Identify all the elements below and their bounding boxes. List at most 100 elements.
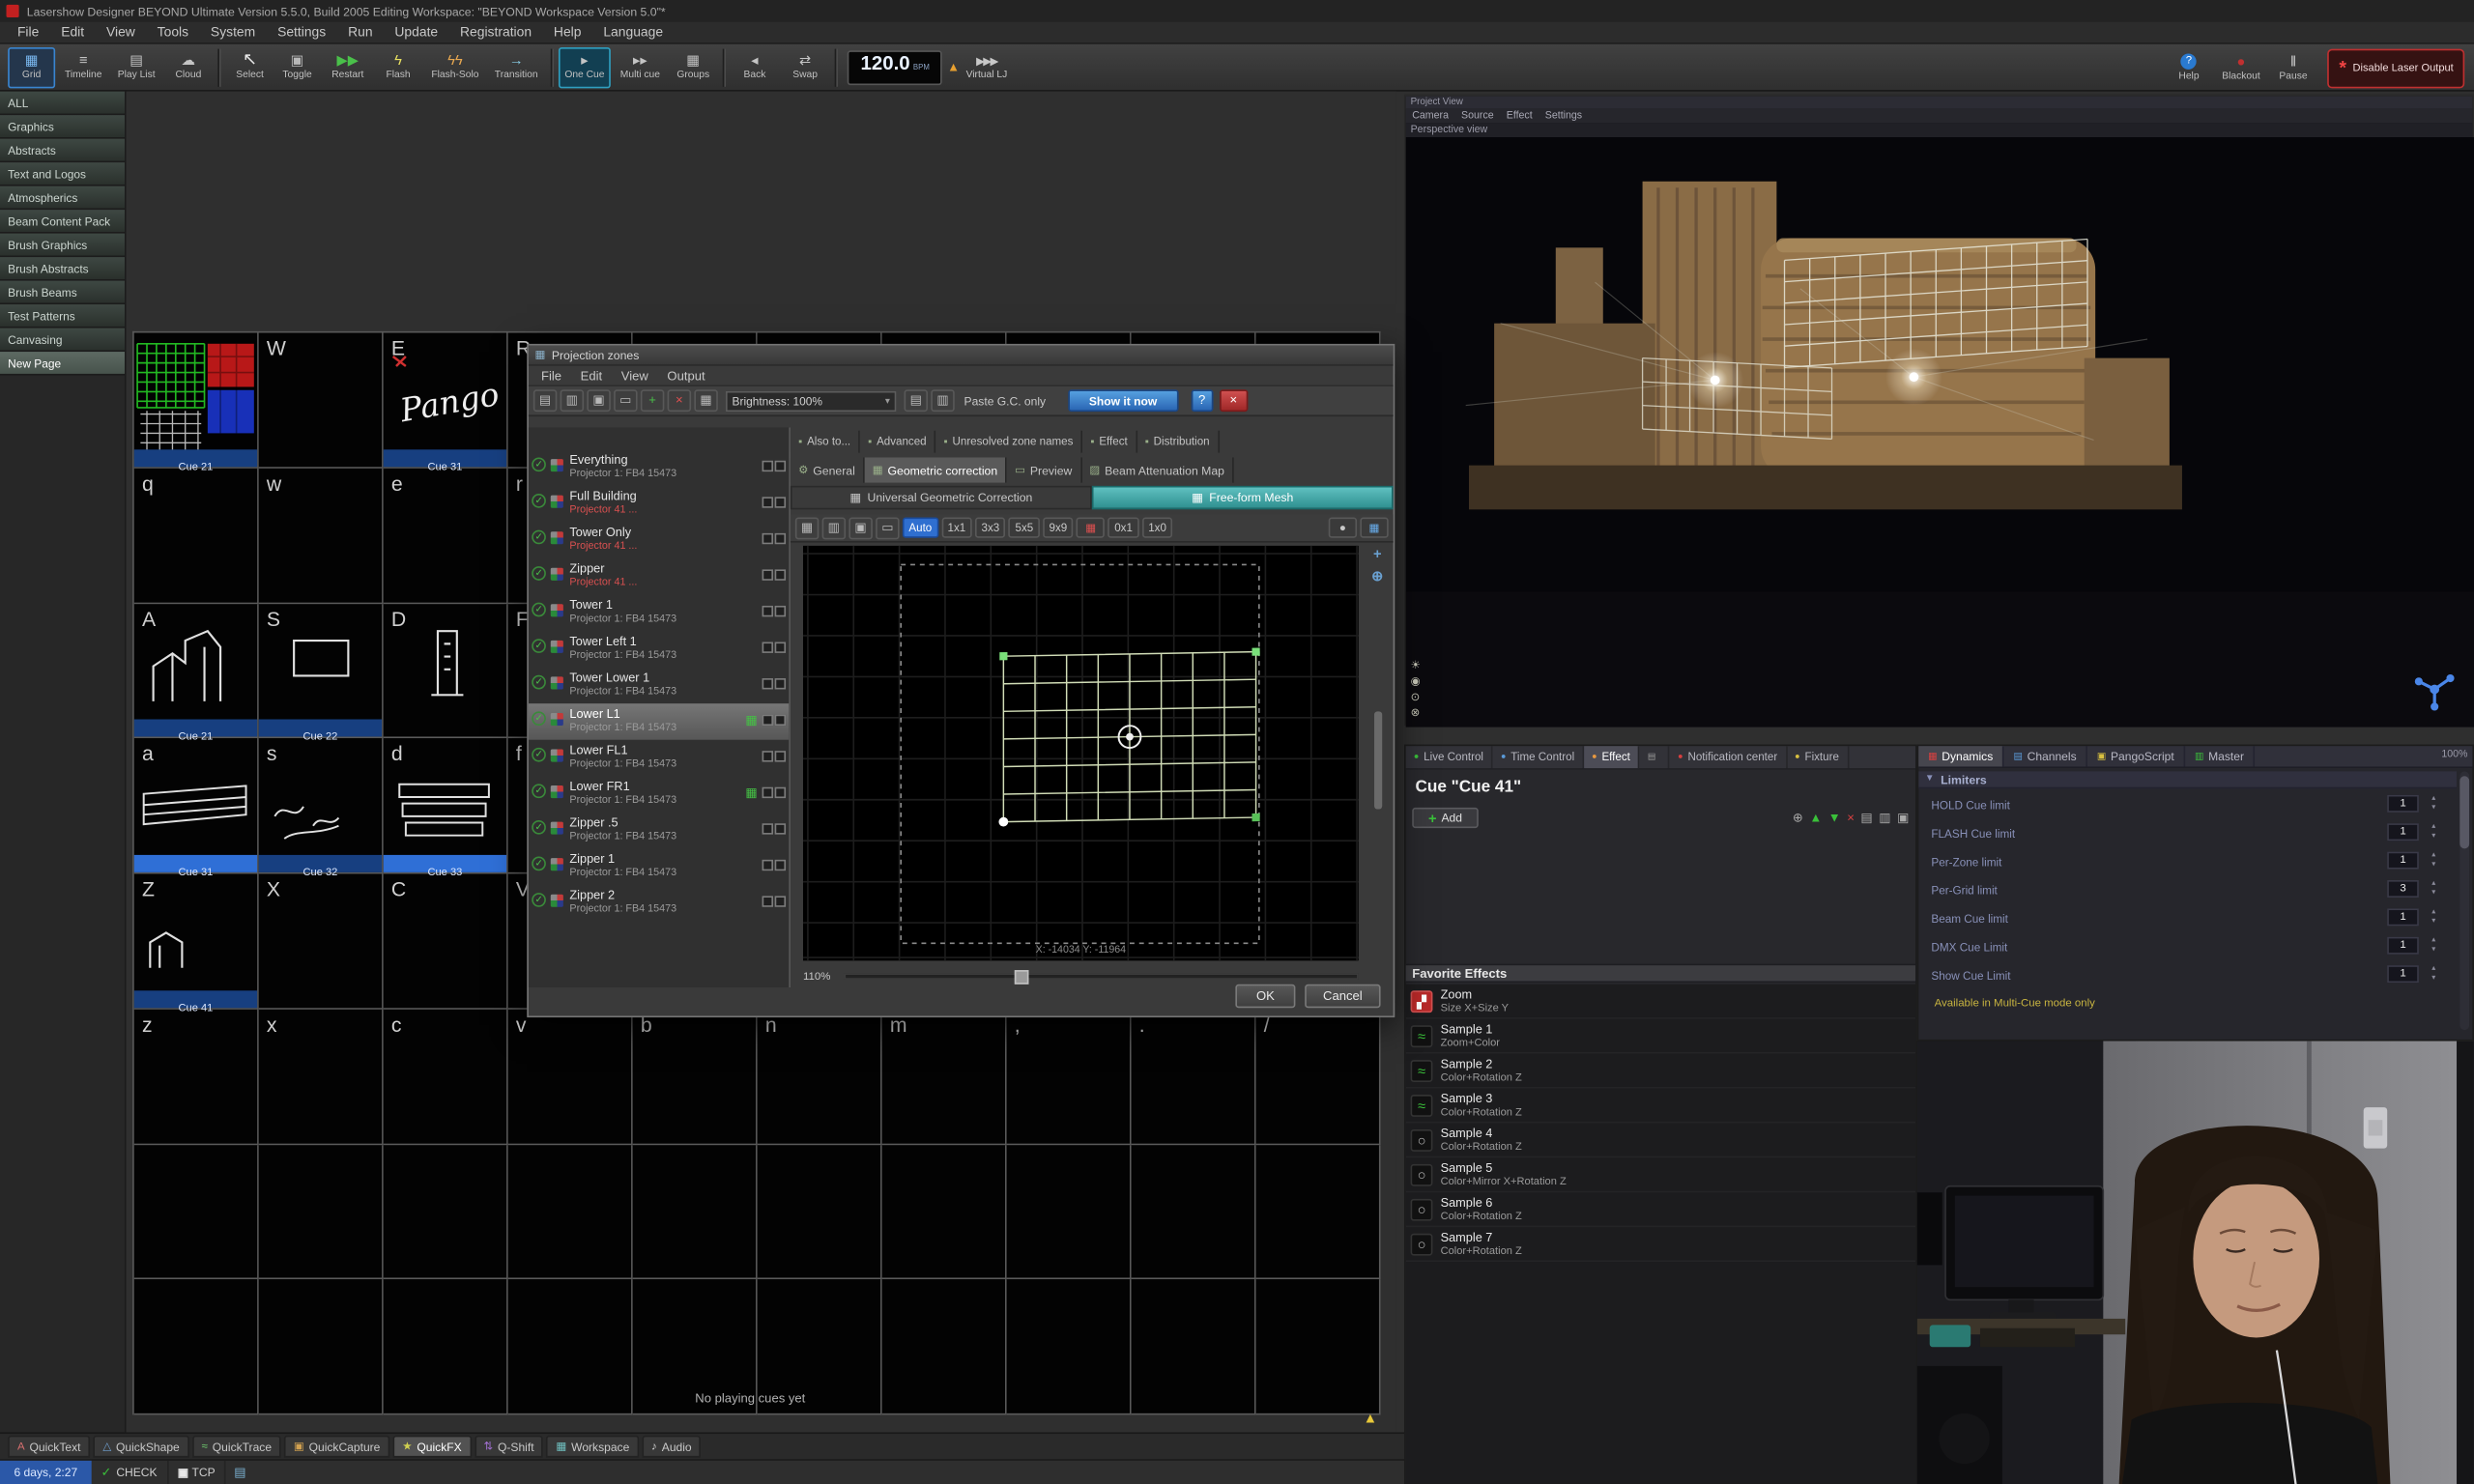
cue-cell[interactable]: n Pango <box>758 1009 882 1144</box>
favorite-effect-item[interactable]: Sample 4 Color+Rotation Z <box>1406 1123 1915 1157</box>
quick-tool-tab[interactable]: ♪ Audio <box>642 1436 701 1458</box>
zone-enabled-check-icon[interactable]: ✓ <box>532 893 546 907</box>
toolbar-button[interactable]: ▸ One Cue <box>559 46 611 87</box>
cue-cell[interactable]: w Pango <box>259 468 384 603</box>
dialog-toolbar-icon[interactable]: ▥ <box>561 389 584 412</box>
preview-menu-item[interactable]: Source <box>1455 110 1501 121</box>
mesh-reset-icon[interactable]: ▦ <box>1077 518 1105 538</box>
zone-checkbox-1[interactable] <box>762 642 773 652</box>
toolbar-button[interactable]: ▶▶ Restart <box>324 46 371 87</box>
cue-cell[interactable]: W Pango <box>259 332 384 468</box>
cue-cell[interactable]: Pango <box>508 1144 633 1279</box>
zone-checkbox-1[interactable] <box>762 678 773 689</box>
disable-laser-output-button[interactable]: * Disable Laser Output <box>2328 48 2464 88</box>
mesh-grid-toggle-icon[interactable]: ▦ <box>1360 518 1388 538</box>
effect-panel-tab[interactable]: ● Fixture <box>1787 746 1849 768</box>
mesh-density-button[interactable]: 5x5 <box>1009 518 1040 538</box>
menu-item[interactable]: Registration <box>449 22 543 43</box>
zone-checkbox-1[interactable] <box>762 860 773 870</box>
dynamics-tab[interactable]: ▣ PangoScript <box>2087 746 2185 766</box>
zone-checkbox-2[interactable] <box>775 461 786 471</box>
mesh-density-button[interactable]: 3x3 <box>975 518 1006 538</box>
zone-main-tab[interactable]: ⚙ General <box>791 457 865 482</box>
zone-list-item[interactable]: ✓ Zipper Projector 41 ... ▦ <box>529 558 789 595</box>
cue-cell[interactable]: A Pango <box>134 603 259 738</box>
mesh-zoom-slider[interactable] <box>844 973 1358 980</box>
tcp-indicator[interactable]: TCP <box>168 1460 226 1484</box>
perspective-view-label[interactable]: Perspective view <box>1406 123 2473 137</box>
zone-enabled-check-icon[interactable]: ✓ <box>532 494 546 508</box>
toolbar-button[interactable]: ▦ Grid <box>8 46 55 87</box>
cancel-button[interactable]: Cancel <box>1305 985 1380 1008</box>
toolbar-button[interactable]: ? Help <box>2166 47 2213 88</box>
dynamics-tab[interactable]: ▥ Master <box>2185 746 2255 766</box>
mesh-toolbar-icon[interactable]: ▭ <box>876 517 899 539</box>
dialog-toolbar-icon[interactable]: ▦ <box>694 389 717 412</box>
favorite-effect-item[interactable]: Sample 3 Color+Rotation Z <box>1406 1089 1915 1124</box>
cue-cell[interactable]: s Pango <box>259 738 384 873</box>
freeform-mesh-editor[interactable]: X: -14034 Y: -11964 <box>803 546 1359 960</box>
mesh-toolbar-icon[interactable]: ▥ <box>822 517 846 539</box>
dialog-toolbar-icon[interactable]: + <box>641 389 664 412</box>
virtual-lj-button[interactable]: ▶▶▶ Virtual LJ <box>966 54 1008 79</box>
cue-cell[interactable]: Z Pango <box>134 873 259 1009</box>
limiter-value[interactable]: 1 <box>2387 823 2419 841</box>
effect-tool-icon[interactable]: × <box>1847 808 1855 828</box>
zone-list-item[interactable]: ✓ Everything Projector 1: FB4 15473 ▦ <box>529 449 789 486</box>
preview-menu-item[interactable]: Camera <box>1406 110 1455 121</box>
zone-enabled-check-icon[interactable]: ✓ <box>532 566 546 581</box>
show-it-now-button[interactable]: Show it now <box>1068 389 1178 412</box>
cue-cell[interactable]: q Pango <box>134 468 259 603</box>
quick-tool-tab[interactable]: ⇅ Q-Shift <box>475 1436 544 1458</box>
menu-item[interactable]: File <box>7 22 50 43</box>
sidebar-page-item[interactable]: Brush Beams <box>0 281 125 304</box>
quick-tool-tab[interactable]: ▦ Workspace <box>547 1436 639 1458</box>
zone-main-tab[interactable]: ▦ Geometric correction <box>865 457 1007 482</box>
dialog-toolbar-icon[interactable]: ▤ <box>533 389 557 412</box>
favorite-effect-item[interactable]: Sample 5 Color+Mirror X+Rotation Z <box>1406 1157 1915 1192</box>
effect-panel-tab[interactable]: ● Live Control <box>1406 746 1493 768</box>
dialog-help-button[interactable]: ? <box>1191 389 1213 412</box>
zone-list-item[interactable]: ✓ Lower L1 Projector 1: FB4 15473 ▦ <box>529 703 789 740</box>
preview-menu-item[interactable]: Effect <box>1500 110 1539 121</box>
cue-cell[interactable]: Pango <box>1132 1144 1256 1279</box>
mesh-zoom-handle[interactable] <box>1015 970 1029 985</box>
zone-checkbox-1[interactable] <box>762 715 773 726</box>
zone-checkbox-2[interactable] <box>775 896 786 906</box>
zone-list-item[interactable]: ✓ Tower 1 Projector 1: FB4 15473 ▦ <box>529 595 789 632</box>
mesh-axis-button[interactable]: 1x0 <box>1142 518 1173 538</box>
menu-item[interactable]: Run <box>337 22 384 43</box>
limiter-spinner[interactable]: ▴▾ <box>2427 822 2441 842</box>
zone-list-item[interactable]: ✓ Tower Left 1 Projector 1: FB4 15473 ▦ <box>529 631 789 668</box>
effect-tool-icon[interactable]: ▥ <box>1879 808 1890 828</box>
zone-checkbox-1[interactable] <box>762 823 773 834</box>
clipboard-icon[interactable]: ▤ <box>905 389 928 412</box>
sidebar-page-item[interactable]: Text and Logos <box>0 162 125 186</box>
cue-cell[interactable]: c Pango <box>384 1009 508 1144</box>
cue-cell[interactable]: v Pango <box>508 1009 633 1144</box>
brightness-dropdown[interactable]: Brightness: 100% ▾ <box>726 390 896 411</box>
effect-panel-tab[interactable]: ● Time Control <box>1493 746 1584 768</box>
menu-item[interactable]: View <box>96 22 147 43</box>
cue-cell[interactable]: D Pango <box>384 603 508 738</box>
menu-item[interactable]: Edit <box>50 22 96 43</box>
zone-checkbox-2[interactable] <box>775 569 786 580</box>
menu-item[interactable]: Language <box>592 22 675 43</box>
zone-checkbox-1[interactable] <box>762 606 773 616</box>
zone-checkbox-2[interactable] <box>775 642 786 652</box>
cue-cell[interactable]: . Pango <box>1132 1009 1256 1144</box>
cue-cell[interactable]: m Pango <box>882 1009 1007 1144</box>
toolbar-button[interactable]: ◂ Back <box>731 46 778 87</box>
favorite-effect-item[interactable]: Sample 2 Color+Rotation Z <box>1406 1054 1915 1089</box>
sidebar-page-item[interactable]: Test Patterns <box>0 304 125 328</box>
quick-tool-tab[interactable]: ★ QuickFX <box>392 1436 471 1458</box>
dialog-close-button[interactable]: × <box>1220 389 1248 412</box>
limiter-spinner[interactable]: ▴▾ <box>2427 850 2441 870</box>
clipboard-icon[interactable]: ▥ <box>931 389 954 412</box>
effect-panel-tab[interactable]: ▤ <box>1640 746 1670 768</box>
zone-checkbox-1[interactable] <box>762 751 773 761</box>
cue-cell[interactable]: Pango <box>758 1144 882 1279</box>
preview-3d-scene[interactable] <box>1406 137 2474 728</box>
cue-cell[interactable]: E Pango <box>384 332 508 468</box>
zone-list-item[interactable]: ✓ Lower FL1 Projector 1: FB4 15473 ▦ <box>529 740 789 777</box>
